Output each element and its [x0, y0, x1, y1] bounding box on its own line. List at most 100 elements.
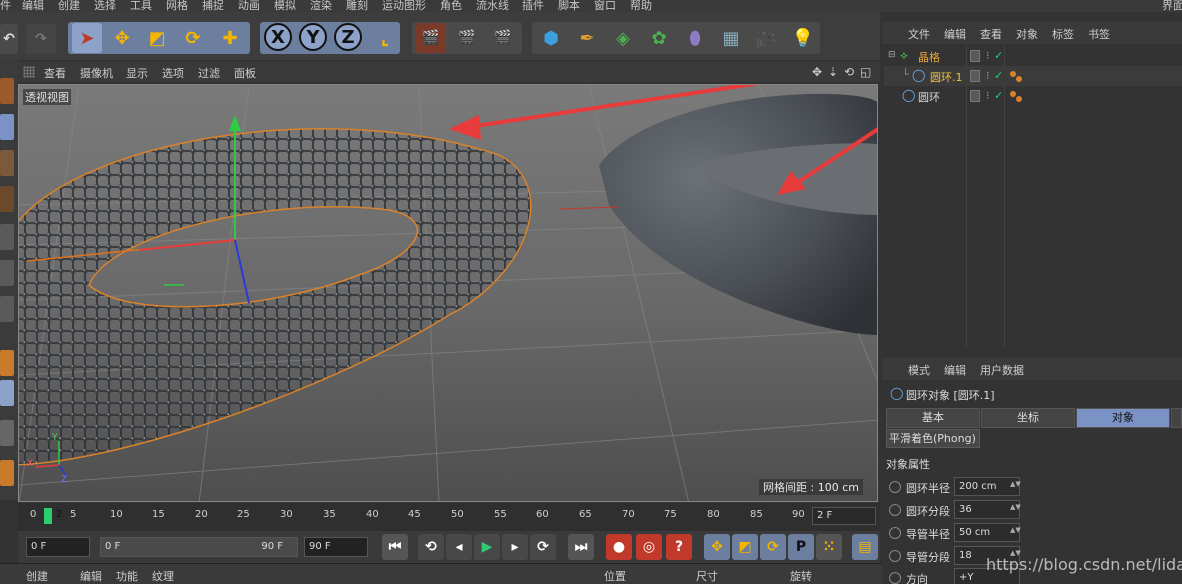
key-parameter-icon[interactable]: P [788, 534, 814, 560]
redo-icon[interactable]: ↷ [26, 24, 56, 54]
menu-item-mesh[interactable]: 网格 [166, 0, 188, 12]
viewport-menu-options[interactable]: 选项 [162, 65, 184, 81]
animate-radio-icon[interactable] [889, 572, 901, 584]
object-row-torus-1[interactable]: └ ◯ 圆环.1 ⁝ ✓ [884, 66, 1182, 86]
menu-item-tools[interactable]: 工具 [130, 0, 152, 12]
am-menu-userdata[interactable]: 用户数据 [980, 362, 1024, 378]
object-row-torus[interactable]: ◯ 圆环 ⁝ ✓ [884, 86, 1182, 106]
viewport-maximize-icon[interactable]: ◱ [860, 65, 871, 79]
om-menu-tags[interactable]: 标签 [1052, 26, 1074, 42]
viewport-menu-panel[interactable]: 面板 [234, 65, 256, 81]
menu-item-snap[interactable]: 捕捉 [202, 0, 224, 12]
cloner-icon[interactable]: ✿ [644, 23, 674, 53]
next-key-icon[interactable]: ⟳ [530, 534, 556, 560]
object-row-lattice[interactable]: ⊟ ⟡ 晶格 ⁝ ✓ [884, 46, 1182, 66]
menu-item-file[interactable]: 件 [0, 0, 11, 12]
coordinate-system-icon[interactable]: ⌞ [370, 23, 400, 53]
render-settings-icon[interactable]: 🎬 [488, 23, 518, 53]
spinner-icon[interactable]: ▲▼ [1010, 503, 1021, 511]
material-menu-edit[interactable]: 编辑 [80, 568, 102, 584]
am-menu-edit[interactable]: 编辑 [944, 362, 966, 378]
key-position-icon[interactable]: ✥ [704, 534, 730, 560]
enable-axis-icon[interactable] [0, 350, 14, 376]
tweak-icon[interactable] [0, 380, 14, 406]
last-tool-icon[interactable]: ✚ [215, 23, 245, 53]
material-tag-icon[interactable] [1010, 71, 1016, 77]
am-menu-mode[interactable]: 模式 [908, 362, 930, 378]
material-menu-function[interactable]: 功能 [116, 568, 138, 584]
menu-item-simulate[interactable]: 模拟 [274, 0, 296, 12]
menu-item-select[interactable]: 选择 [94, 0, 116, 12]
perspective-viewport[interactable]: 透视视图 Y X Z 网格间距 : 100 cm [18, 84, 878, 502]
camera-icon[interactable]: 🎥 [752, 23, 782, 53]
menu-item-character[interactable]: 角色 [440, 0, 462, 12]
animate-radio-icon[interactable] [889, 504, 901, 516]
animate-radio-icon[interactable] [889, 550, 901, 562]
start-frame-field[interactable]: 0 F [26, 537, 90, 557]
material-tag-icon[interactable] [1016, 76, 1022, 82]
edges-mode-icon[interactable] [0, 260, 14, 286]
animate-radio-icon[interactable] [889, 527, 901, 539]
playhead[interactable] [44, 508, 52, 524]
menu-item-create[interactable]: 创建 [58, 0, 80, 12]
render-picture-viewer-icon[interactable]: 🎬 [452, 23, 482, 53]
layer-icon[interactable] [970, 70, 980, 82]
tab-coord[interactable]: 坐标 [981, 408, 1075, 428]
scale-icon[interactable]: ◩ [142, 23, 172, 53]
key-scale-icon[interactable]: ◩ [732, 534, 758, 560]
keyframe-selection-icon[interactable]: ? [666, 534, 692, 560]
menu-item-render[interactable]: 渲染 [310, 0, 332, 12]
menu-item-edit[interactable]: 编辑 [22, 0, 44, 12]
om-menu-view[interactable]: 查看 [980, 26, 1002, 42]
tab-overflow[interactable] [1171, 408, 1182, 428]
select-icon[interactable]: ➤ [72, 23, 102, 53]
polygons-mode-icon[interactable] [0, 296, 14, 322]
om-menu-edit[interactable]: 编辑 [944, 26, 966, 42]
previous-key-icon[interactable]: ⟲ [418, 534, 444, 560]
collapse-icon[interactable]: ⊟ [888, 50, 896, 60]
menu-item-pipeline[interactable]: 流水线 [476, 0, 509, 12]
menu-item-sculpt[interactable]: 雕刻 [346, 0, 368, 12]
material-menu-create[interactable]: 创建 [26, 568, 48, 584]
menu-item-animate[interactable]: 动画 [238, 0, 260, 12]
menu-item-script[interactable]: 脚本 [558, 0, 580, 12]
next-frame-icon[interactable]: ▸ [502, 534, 528, 560]
enabled-check-icon[interactable]: ✓ [994, 89, 1003, 102]
viewport-menu-view[interactable]: 查看 [44, 65, 66, 81]
y-axis-lock-icon[interactable]: Y [299, 23, 327, 51]
menu-item-mograph[interactable]: 运动图形 [382, 0, 426, 12]
model-mode-icon[interactable] [0, 114, 14, 140]
previous-frame-icon[interactable]: ◂ [446, 534, 472, 560]
deformer-icon[interactable]: ⬮ [680, 23, 710, 53]
floor-icon[interactable]: ▦ [716, 23, 746, 53]
menu-item-layout[interactable]: 界面 [1162, 0, 1182, 12]
snap-icon[interactable] [0, 420, 14, 446]
viewport-move-icon[interactable]: ✥ [812, 65, 822, 79]
range-slider[interactable]: 0 F 90 F [100, 537, 298, 557]
light-icon[interactable]: 💡 [788, 23, 818, 53]
animate-radio-icon[interactable] [889, 481, 901, 493]
visibility-dots-icon[interactable]: ⁝ [986, 89, 990, 102]
pen-spline-icon[interactable]: ✒ [572, 23, 602, 53]
visibility-dots-icon[interactable]: ⁝ [986, 49, 990, 62]
autokey-icon[interactable]: ◎ [636, 534, 662, 560]
menu-item-help[interactable]: 帮助 [630, 0, 652, 12]
layer-icon[interactable] [970, 50, 980, 62]
layer-icon[interactable] [970, 90, 980, 102]
record-keys-icon[interactable]: ● [606, 534, 632, 560]
z-axis-lock-icon[interactable]: Z [334, 23, 362, 51]
timeline[interactable]: 0 2 5 10 15 20 25 30 35 40 45 50 55 60 6… [18, 503, 880, 531]
menu-item-plugins[interactable]: 插件 [522, 0, 544, 12]
key-rotation-icon[interactable]: ⟳ [760, 534, 786, 560]
viewport-rotate-icon[interactable]: ⟲ [844, 65, 854, 79]
enabled-check-icon[interactable]: ✓ [994, 49, 1003, 62]
om-menu-file[interactable]: 文件 [908, 26, 930, 42]
material-tag-icon[interactable] [1016, 96, 1022, 102]
go-to-end-icon[interactable]: ⏭ [568, 534, 594, 560]
viewport-menu-filter[interactable]: 过滤 [198, 65, 220, 81]
timeline-scheme-icon[interactable]: ▤ [852, 534, 878, 560]
viewport-menu-camera[interactable]: 摄像机 [80, 65, 113, 81]
make-editable-icon[interactable] [0, 78, 14, 104]
spinner-icon[interactable]: ▲▼ [1010, 526, 1021, 534]
texture-mode-icon[interactable] [0, 150, 14, 176]
